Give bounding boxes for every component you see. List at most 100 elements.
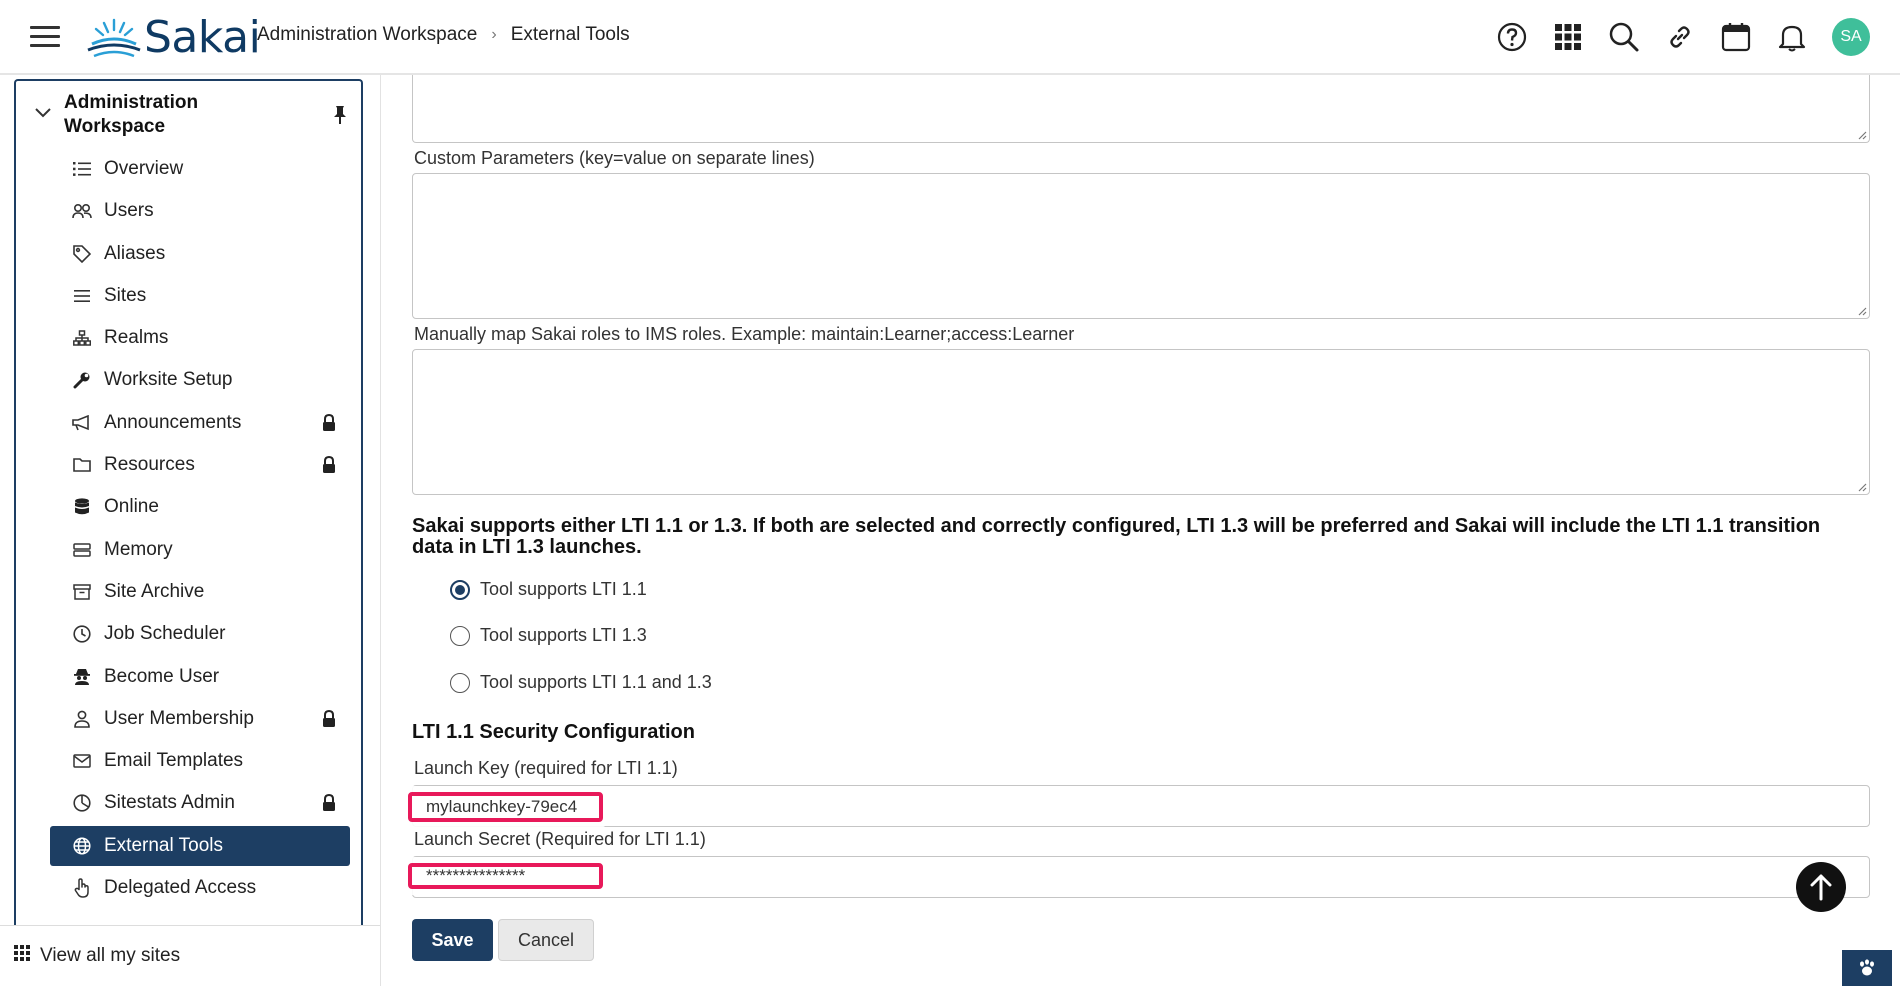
radio-button[interactable]	[450, 672, 470, 693]
chevron-down-icon[interactable]	[34, 107, 52, 119]
resize-grip-icon[interactable]	[1857, 482, 1867, 492]
database-icon	[72, 497, 92, 517]
sidebar-item-label: Memory	[104, 538, 173, 560]
resize-grip-icon[interactable]	[1857, 130, 1867, 140]
sidebar-item-sitestats-admin[interactable]: Sitestats Admin	[50, 783, 350, 823]
radio-lti-13[interactable]: Tool supports LTI 1.3	[450, 625, 647, 646]
radio-label: Tool supports LTI 1.1 and 1.3	[480, 672, 712, 692]
scroll-to-top-button[interactable]	[1796, 862, 1846, 912]
custom-params-textarea[interactable]	[412, 173, 1870, 319]
sidebar-item-email-templates[interactable]: Email Templates	[50, 741, 350, 781]
sidebar-item-sites[interactable]: Sites	[50, 276, 350, 316]
sidebar-item-label: External Tools	[104, 834, 223, 856]
sidebar-divider	[380, 75, 381, 986]
pin-icon[interactable]	[333, 105, 347, 125]
radio-lti-11-and-13[interactable]: Tool supports LTI 1.1 and 1.3	[450, 672, 712, 693]
sidebar-item-label: Become User	[104, 665, 220, 687]
save-button[interactable]: Save	[412, 919, 493, 961]
header-toolbar: SA	[1484, 14, 1870, 60]
sidebar-item-label: Announcements	[104, 411, 242, 433]
sidebar-item-external-tools[interactable]: External Tools	[50, 825, 350, 866]
megaphone-icon	[72, 413, 92, 433]
apps-grid-icon[interactable]	[1540, 14, 1596, 60]
site-tool-sidebar: Administration Workspace Overview Users …	[14, 79, 363, 925]
sidebar-item-become-user[interactable]: Become User	[50, 657, 350, 697]
custom-params-label: Custom Parameters (key=value on separate…	[414, 148, 815, 168]
lti-version-notice: Sakai supports either LTI 1.1 or 1.3. If…	[412, 515, 1821, 558]
sidebar-item-worksite-setup[interactable]: Worksite Setup	[50, 360, 350, 400]
user-secret-icon	[72, 667, 92, 687]
hierarchy-icon	[72, 328, 92, 348]
lock-icon	[322, 413, 336, 438]
globe-icon	[72, 836, 92, 856]
clock-icon	[72, 624, 92, 644]
sidebar-item-label: Online	[104, 496, 159, 518]
bell-icon[interactable]	[1764, 14, 1820, 60]
launch-secret-value[interactable]: ***************	[408, 863, 603, 889]
sidebar-site-title[interactable]: Administration Workspace	[64, 91, 294, 139]
radio-button[interactable]	[450, 625, 470, 646]
sidebar-item-resources[interactable]: Resources	[50, 445, 350, 485]
security-config-heading: LTI 1.1 Security Configuration	[412, 721, 695, 743]
sidebar-item-overview[interactable]: Overview	[50, 149, 350, 189]
calendar-icon[interactable]	[1708, 14, 1764, 60]
sidebar-item-label: Users	[104, 200, 154, 222]
menu-icon	[72, 286, 92, 306]
external-tool-form: Custom Parameters (key=value on separate…	[408, 75, 1872, 986]
previous-textarea[interactable]	[412, 75, 1870, 143]
sidebar-item-aliases[interactable]: Aliases	[50, 234, 350, 274]
pie-chart-icon	[72, 793, 92, 813]
link-icon[interactable]	[1652, 14, 1708, 60]
sidebar-item-label: Sitestats Admin	[104, 792, 235, 814]
apps-grid-icon	[14, 945, 30, 967]
sidebar-item-users[interactable]: Users	[50, 191, 350, 231]
sidebar-item-site-archive[interactable]: Site Archive	[50, 572, 350, 612]
avatar[interactable]: SA	[1832, 18, 1870, 56]
sidebar-item-delegated-access[interactable]: Delegated Access	[50, 868, 350, 908]
logo-text: Sakai	[144, 11, 261, 63]
sidebar-item-label: User Membership	[104, 707, 254, 729]
sidebar-item-memory[interactable]: Memory	[50, 530, 350, 570]
sidebar-item-label: Realms	[104, 327, 169, 349]
radio-button[interactable]	[450, 579, 470, 600]
launch-key-value[interactable]: mylaunchkey-79ec4	[408, 792, 603, 822]
arrow-up-icon	[1810, 874, 1832, 901]
launch-key-input[interactable]	[412, 785, 1870, 827]
hand-pointer-icon	[72, 878, 92, 898]
sidebar-item-label: Aliases	[104, 242, 166, 264]
lock-icon	[322, 456, 336, 480]
hamburger-menu-icon[interactable]	[30, 22, 60, 52]
radio-label: Tool supports LTI 1.3	[480, 625, 647, 645]
sidebar-item-user-membership[interactable]: User Membership	[50, 699, 350, 739]
launch-secret-input[interactable]	[412, 856, 1870, 898]
launch-secret-label: Launch Secret (Required for LTI 1.1)	[414, 829, 706, 849]
lock-icon	[322, 794, 336, 818]
cancel-button[interactable]: Cancel	[498, 919, 594, 961]
breadcrumb-tool[interactable]: External Tools	[511, 24, 630, 46]
resize-grip-icon[interactable]	[1857, 306, 1867, 316]
sakai-sun-icon	[87, 18, 141, 58]
view-all-sites-link[interactable]: View all my sites	[0, 925, 380, 986]
sidebar-item-label: Sites	[104, 284, 147, 306]
search-icon[interactable]	[1596, 14, 1652, 60]
feedback-button[interactable]	[1842, 950, 1892, 986]
sidebar-item-announcements[interactable]: Announcements	[50, 403, 350, 443]
sidebar-item-realms[interactable]: Realms	[50, 318, 350, 358]
help-icon[interactable]	[1484, 14, 1540, 60]
view-all-sites-label: View all my sites	[40, 945, 181, 966]
sidebar-item-job-scheduler[interactable]: Job Scheduler	[50, 614, 350, 654]
sidebar-item-online[interactable]: Online	[50, 487, 350, 527]
sidebar-item-label: Job Scheduler	[104, 623, 226, 645]
role-map-textarea[interactable]	[412, 349, 1870, 495]
radio-lti-11[interactable]: Tool supports LTI 1.1	[450, 579, 647, 600]
lock-icon	[322, 709, 336, 734]
envelope-icon	[72, 751, 92, 771]
archive-icon	[72, 582, 92, 602]
role-map-label: Manually map Sakai roles to IMS roles. E…	[414, 324, 1075, 344]
sidebar-item-label: Worksite Setup	[104, 369, 233, 391]
sakai-logo[interactable]: Sakai	[86, 11, 261, 63]
breadcrumb-site[interactable]: Administration Workspace	[257, 24, 477, 46]
breadcrumb-separator-icon: ›	[491, 26, 497, 43]
sidebar-item-label: Site Archive	[104, 580, 205, 602]
sidebar-site-header[interactable]: Administration Workspace	[16, 81, 361, 149]
